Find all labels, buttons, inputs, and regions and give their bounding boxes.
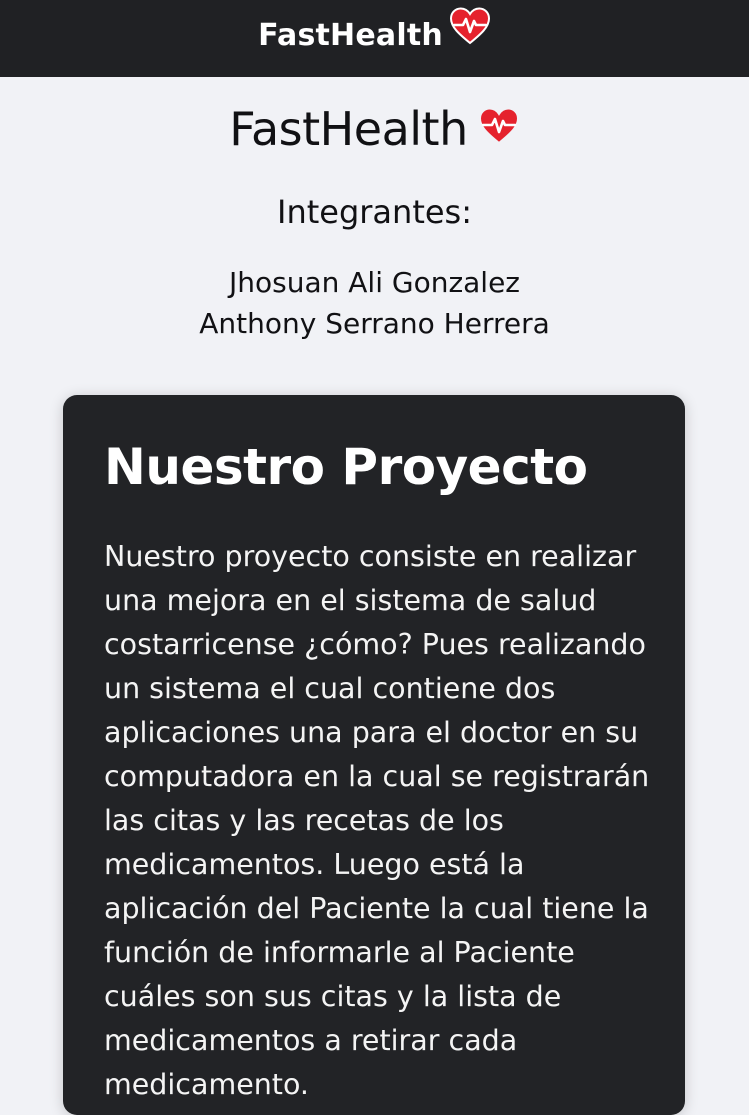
project-card: Nuestro Proyecto Nuestro proyecto consis… [63, 395, 685, 1115]
members-heading: Integrantes: [277, 193, 472, 231]
project-title: Nuestro Proyecto [104, 438, 588, 496]
page-title-label: FastHealth [229, 102, 468, 156]
navbar-brand-label: FastHealth [258, 18, 443, 53]
member-name: Anthony Serrano Herrera [199, 307, 550, 340]
member-name: Jhosuan Ali Gonzalez [228, 266, 521, 299]
hero-section: FastHealth Integrantes: Jhosuan Ali Gonz… [0, 100, 749, 344]
navbar-brand[interactable]: FastHealth [258, 6, 491, 53]
page-title: FastHealth [0, 100, 749, 158]
top-navbar: FastHealth [0, 0, 749, 77]
members-list: Jhosuan Ali Gonzalez Anthony Serrano Her… [0, 262, 749, 344]
project-description: Nuestro proyecto consiste en realizar un… [104, 540, 650, 1101]
heart-pulse-icon [449, 6, 491, 53]
heart-pulse-icon [478, 100, 520, 158]
